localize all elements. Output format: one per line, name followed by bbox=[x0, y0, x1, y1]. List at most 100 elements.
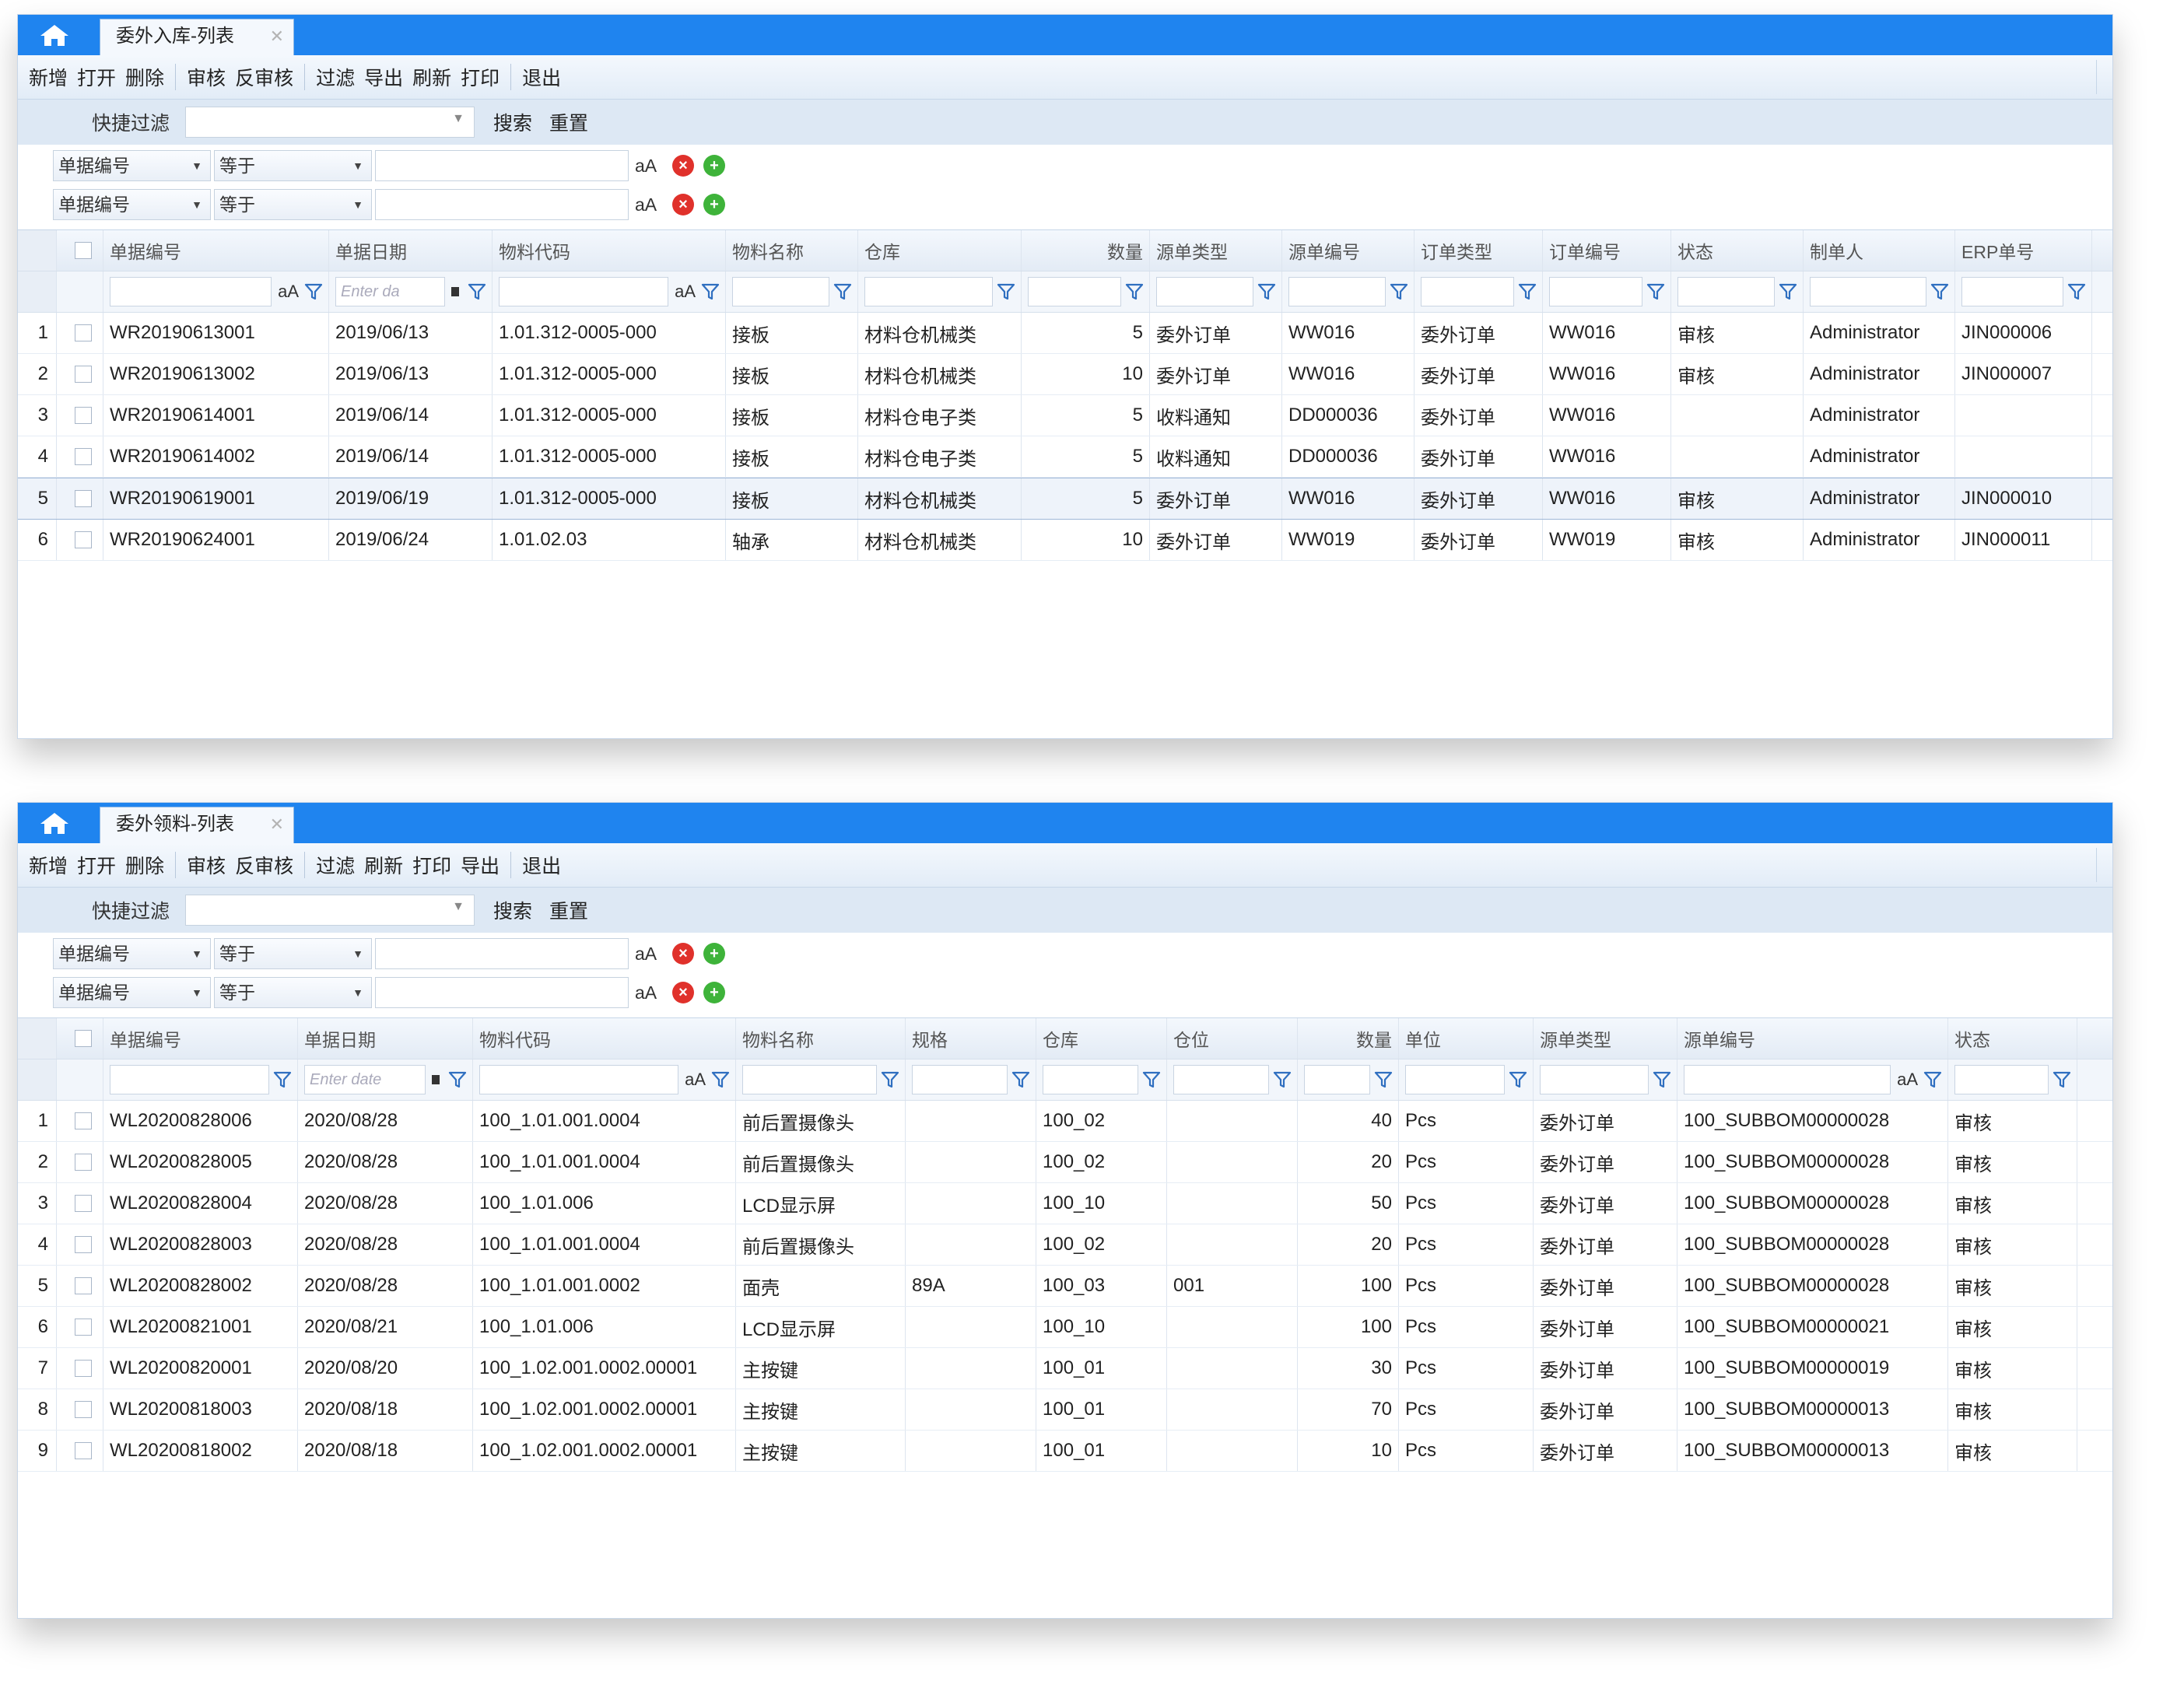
delete-button[interactable]: 删除 bbox=[121, 63, 169, 91]
filter-icon[interactable] bbox=[996, 282, 1016, 302]
column-header[interactable]: 数量 bbox=[1298, 1018, 1399, 1059]
tab-outsourced-issue-list[interactable]: 委外领料-列表 ✕ bbox=[100, 807, 294, 843]
filter-icon[interactable] bbox=[1124, 282, 1145, 302]
row-select-checkbox[interactable] bbox=[57, 354, 103, 394]
column-filter-input[interactable] bbox=[1549, 277, 1642, 306]
table-row[interactable]: 8 WL20200818003 2020/08/18 100_1.02.001.000… bbox=[18, 1389, 2112, 1431]
filter-operator-select[interactable]: 等于 ▼ bbox=[214, 977, 372, 1008]
filter-icon[interactable] bbox=[700, 282, 720, 302]
filter-icon[interactable] bbox=[1011, 1070, 1031, 1090]
row-select-checkbox[interactable] bbox=[57, 1431, 103, 1471]
column-filter-input[interactable] bbox=[864, 277, 993, 306]
row-select-checkbox[interactable] bbox=[57, 436, 103, 477]
filter-icon[interactable] bbox=[447, 1070, 468, 1090]
case-sensitive-toggle[interactable]: aA bbox=[635, 944, 663, 965]
column-header[interactable]: 数量 bbox=[1022, 230, 1150, 271]
quick-filter-select[interactable]: ▼ bbox=[185, 107, 475, 138]
case-sensitive-toggle[interactable]: aA bbox=[685, 1070, 706, 1090]
filter-button[interactable]: 过滤 bbox=[311, 63, 359, 91]
column-filter-input[interactable] bbox=[1954, 1065, 2049, 1094]
checkbox[interactable] bbox=[74, 1154, 92, 1171]
column-header[interactable]: 物料名称 bbox=[726, 230, 858, 271]
approve-button[interactable]: 审核 bbox=[182, 63, 230, 91]
reset-button[interactable]: 重置 bbox=[549, 108, 588, 136]
checkbox[interactable] bbox=[74, 490, 92, 507]
filter-icon[interactable] bbox=[710, 1070, 731, 1090]
column-header[interactable]: 规格 bbox=[906, 1018, 1036, 1059]
filter-icon[interactable] bbox=[1272, 1070, 1292, 1090]
filter-icon[interactable] bbox=[467, 282, 487, 302]
table-row[interactable]: 4 WR20190614002 2019/06/14 1.01.312-0005-00… bbox=[18, 436, 2112, 478]
case-sensitive-toggle[interactable]: aA bbox=[635, 982, 663, 1003]
delete-button[interactable]: 删除 bbox=[121, 851, 169, 879]
print-button[interactable]: 打印 bbox=[456, 63, 504, 91]
column-header[interactable]: 仓位 bbox=[1167, 1018, 1298, 1059]
column-filter-input[interactable] bbox=[1540, 1065, 1649, 1094]
checkbox[interactable] bbox=[74, 531, 92, 548]
add-condition-icon[interactable]: + bbox=[703, 982, 725, 1003]
add-condition-icon[interactable]: + bbox=[703, 155, 725, 177]
case-sensitive-toggle[interactable]: aA bbox=[1897, 1070, 1918, 1090]
filter-icon[interactable] bbox=[1141, 1070, 1162, 1090]
column-header[interactable]: 单位 bbox=[1399, 1018, 1534, 1059]
column-header[interactable]: 状态 bbox=[1948, 1018, 2077, 1059]
column-header[interactable]: 单据日期 bbox=[329, 230, 493, 271]
filter-icon[interactable] bbox=[1923, 1070, 1943, 1090]
filter-field-select[interactable]: 单据编号 ▼ bbox=[53, 938, 211, 969]
row-select-checkbox[interactable] bbox=[57, 1183, 103, 1224]
column-header[interactable]: ERP单号 bbox=[1955, 230, 2092, 271]
filter-icon[interactable] bbox=[1373, 1070, 1393, 1090]
table-row[interactable]: 6 WL20200821001 2020/08/21 100_1.01.006 LCD显… bbox=[18, 1307, 2112, 1348]
table-row[interactable]: 1 WL20200828006 2020/08/28 100_1.01.001.000… bbox=[18, 1101, 2112, 1142]
quick-filter-select[interactable]: ▼ bbox=[185, 895, 475, 926]
column-filter-input[interactable] bbox=[110, 1065, 269, 1094]
filter-value-input[interactable] bbox=[375, 189, 629, 220]
filter-field-select[interactable]: 单据编号 ▼ bbox=[53, 150, 211, 181]
case-sensitive-toggle[interactable]: aA bbox=[635, 194, 663, 215]
table-row[interactable]: 5 WL20200828002 2020/08/28 100_1.01.001.000… bbox=[18, 1266, 2112, 1307]
table-row[interactable]: 5 WR20190619001 2019/06/19 1.01.312-0005-00… bbox=[18, 478, 2112, 520]
filter-icon[interactable] bbox=[303, 282, 324, 302]
filter-icon[interactable] bbox=[1930, 282, 1950, 302]
column-header[interactable]: 源单编号 bbox=[1282, 230, 1415, 271]
select-all-checkbox[interactable] bbox=[57, 230, 103, 271]
row-select-checkbox[interactable] bbox=[57, 1307, 103, 1347]
exit-button[interactable]: 退出 bbox=[517, 851, 566, 879]
case-sensitive-toggle[interactable]: aA bbox=[278, 282, 299, 302]
filter-icon[interactable] bbox=[1646, 282, 1666, 302]
filter-icon[interactable] bbox=[1257, 282, 1277, 302]
remove-condition-icon[interactable]: × bbox=[672, 155, 694, 177]
select-all-checkbox[interactable] bbox=[57, 1018, 103, 1059]
row-select-checkbox[interactable] bbox=[57, 1142, 103, 1182]
filter-icon[interactable] bbox=[1517, 282, 1537, 302]
add-condition-icon[interactable]: + bbox=[703, 943, 725, 965]
column-filter-input[interactable] bbox=[110, 277, 272, 306]
search-button[interactable]: 搜索 bbox=[493, 896, 532, 924]
filter-operator-select[interactable]: 等于 ▼ bbox=[214, 189, 372, 220]
column-header[interactable]: 订单类型 bbox=[1415, 230, 1543, 271]
row-select-checkbox[interactable] bbox=[57, 1266, 103, 1306]
toolbar-scroll[interactable] bbox=[2096, 848, 2108, 882]
column-header[interactable]: 状态 bbox=[1671, 230, 1804, 271]
table-row[interactable]: 1 WR20190613001 2019/06/13 1.01.312-0005-00… bbox=[18, 313, 2112, 354]
row-select-checkbox[interactable] bbox=[57, 1348, 103, 1389]
row-select-checkbox[interactable] bbox=[57, 1389, 103, 1430]
home-icon[interactable] bbox=[38, 23, 74, 49]
add-condition-icon[interactable]: + bbox=[703, 194, 725, 215]
column-filter-input[interactable] bbox=[1684, 1065, 1891, 1094]
column-header[interactable]: 源单类型 bbox=[1534, 1018, 1677, 1059]
open-button[interactable]: 打开 bbox=[72, 63, 121, 91]
column-filter-input[interactable] bbox=[1304, 1065, 1370, 1094]
column-filter-input[interactable] bbox=[1810, 277, 1926, 306]
close-icon[interactable]: ✕ bbox=[270, 19, 284, 54]
filter-icon[interactable] bbox=[2052, 1070, 2072, 1090]
column-header[interactable]: 物料代码 bbox=[473, 1018, 736, 1059]
filter-field-select[interactable]: 单据编号 ▼ bbox=[53, 977, 211, 1008]
column-header[interactable]: 仓库 bbox=[858, 230, 1022, 271]
column-header[interactable]: 单据编号 bbox=[103, 1018, 298, 1059]
filter-value-input[interactable] bbox=[375, 150, 629, 181]
date-filter-input[interactable]: Enter date bbox=[304, 1065, 426, 1094]
exit-button[interactable]: 退出 bbox=[517, 63, 566, 91]
remove-condition-icon[interactable]: × bbox=[672, 982, 694, 1003]
row-select-checkbox[interactable] bbox=[57, 520, 103, 560]
